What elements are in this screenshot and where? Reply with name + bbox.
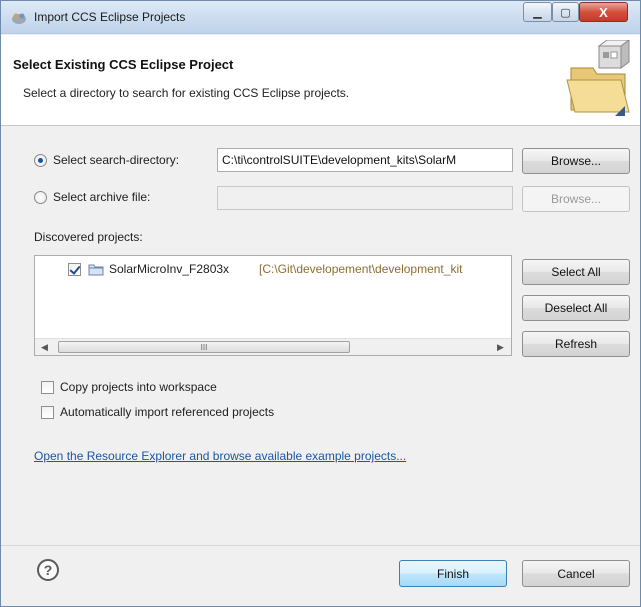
auto-import-checkbox[interactable] [41, 406, 54, 419]
cancel-button[interactable]: Cancel [522, 560, 630, 587]
maximize-icon: ▢ [560, 6, 571, 19]
import-dialog: Import CCS Eclipse Projects ▁ ▢ X Select… [0, 0, 641, 607]
browse-directory-button[interactable]: Browse... [522, 148, 630, 174]
window-title: Import CCS Eclipse Projects [34, 10, 186, 24]
finish-button[interactable]: Finish [399, 560, 507, 587]
help-icon[interactable]: ? [37, 559, 59, 581]
search-directory-input[interactable]: C:\ti\controlSUITE\development_kits\Sola… [217, 148, 513, 172]
refresh-button[interactable]: Refresh [522, 331, 630, 357]
import-folder-icon [566, 40, 630, 116]
footer-divider [1, 545, 640, 546]
header-banner: Select Existing CCS Eclipse Project Sele… [1, 35, 640, 126]
resource-explorer-link[interactable]: Open the Resource Explorer and browse av… [34, 449, 406, 463]
discovered-projects-list[interactable]: SolarMicroInv_F2803x [C:\Git\developemen… [34, 255, 512, 356]
title-bar[interactable]: Import CCS Eclipse Projects ▁ ▢ X [1, 1, 640, 34]
copy-projects-checkbox[interactable] [41, 381, 54, 394]
copy-projects-label[interactable]: Copy projects into workspace [60, 380, 217, 394]
scroll-thumb[interactable]: III [58, 341, 350, 353]
project-path: [C:\Git\developement\development_kit [259, 262, 463, 276]
close-icon: X [599, 4, 608, 20]
horizontal-scrollbar[interactable]: ◀ III ▶ [35, 338, 511, 355]
scroll-left-icon[interactable]: ◀ [41, 342, 48, 353]
maximize-button[interactable]: ▢ [552, 2, 579, 22]
archive-file-input[interactable] [217, 186, 513, 210]
close-button[interactable]: X [579, 2, 628, 22]
ccs-app-icon [12, 13, 26, 24]
select-all-button[interactable]: Select All [522, 259, 630, 285]
discovered-projects-label: Discovered projects: [34, 230, 143, 244]
archive-file-label[interactable]: Select archive file: [53, 190, 150, 204]
minimize-button[interactable]: ▁ [523, 2, 552, 22]
minimize-icon: ▁ [533, 6, 542, 19]
project-list-item[interactable]: SolarMicroInv_F2803x [C:\Git\developemen… [35, 259, 511, 279]
deselect-all-button[interactable]: Deselect All [522, 295, 630, 321]
auto-import-label[interactable]: Automatically import referenced projects [60, 405, 274, 419]
banner-title: Select Existing CCS Eclipse Project [13, 57, 234, 72]
search-directory-radio[interactable] [34, 154, 47, 167]
banner-description: Select a directory to search for existin… [23, 86, 350, 100]
project-checkbox[interactable] [68, 263, 81, 276]
scroll-right-icon[interactable]: ▶ [497, 342, 504, 353]
search-directory-label[interactable]: Select search-directory: [53, 153, 179, 167]
archive-file-radio[interactable] [34, 191, 47, 204]
project-folder-icon [88, 264, 104, 276]
browse-archive-button[interactable]: Browse... [522, 186, 630, 212]
project-name: SolarMicroInv_F2803x [109, 262, 230, 276]
